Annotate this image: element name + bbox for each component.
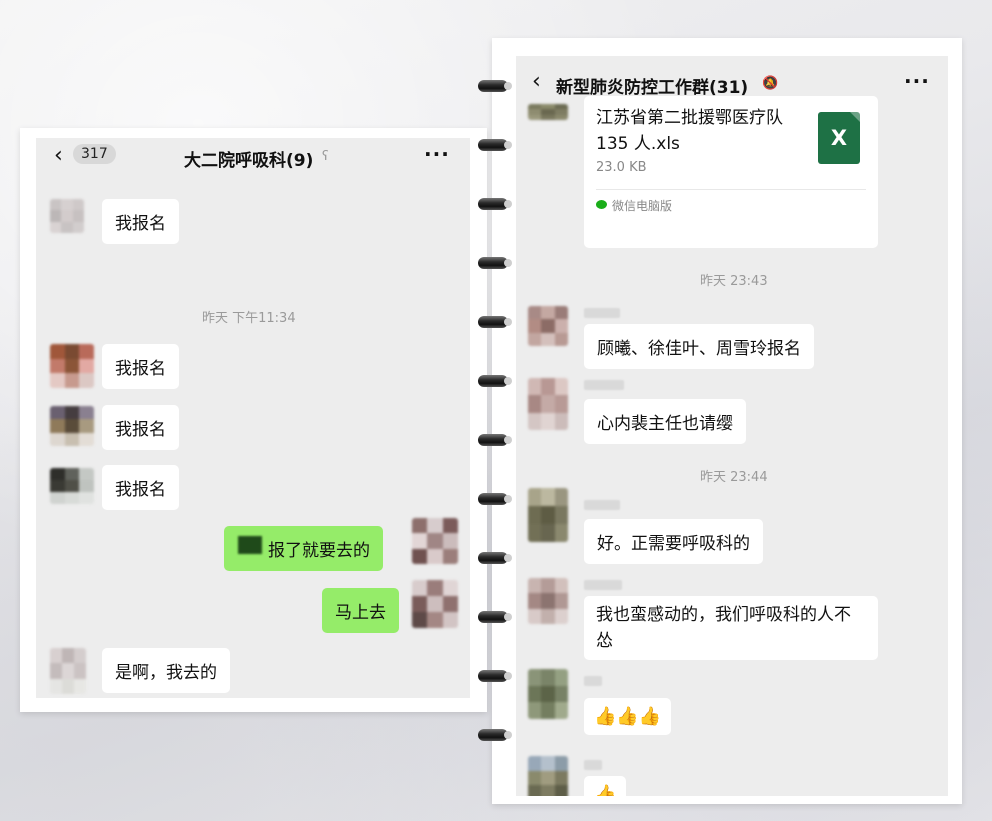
emoji-message-bubble[interactable]: 👍👍👍 (584, 698, 672, 735)
blurred-emoji (238, 536, 262, 554)
file-size: 23.0 KB (596, 160, 647, 175)
file-source-label: 微信电脑版 (612, 199, 673, 213)
message-bubble[interactable]: 我报名 (102, 199, 179, 244)
binding-ring (478, 80, 512, 92)
message-bubble[interactable]: 我也蛮感动的，我们呼吸科的人不 怂 (584, 596, 878, 660)
message-text-line1: 我也蛮感动的，我们呼吸科的人不 (596, 605, 851, 625)
binding-ring (478, 552, 512, 564)
avatar[interactable] (50, 468, 94, 504)
avatar[interactable] (50, 406, 94, 446)
divider (596, 189, 866, 190)
avatar[interactable] (50, 199, 84, 233)
avatar[interactable] (528, 306, 568, 346)
timestamp: 昨天 23:43 (700, 274, 768, 289)
ear-mute-icon: ʕ (322, 149, 329, 164)
right-chat-screen: ‹ 新型肺炎防控工作群(31) 🔕 ··· 江苏省第二批援鄂医疗队 135 人.… (516, 56, 948, 796)
binding-ring (478, 198, 512, 210)
sender-name (584, 676, 602, 686)
message-bubble[interactable]: 我报名 (102, 344, 179, 389)
avatar[interactable] (528, 378, 568, 430)
binding-ring (478, 729, 512, 741)
avatar[interactable] (50, 648, 86, 694)
message-bubble[interactable]: 好。正需要呼吸科的 (584, 519, 763, 564)
emoji-message-bubble[interactable]: 👍 (584, 776, 627, 796)
file-message-card[interactable]: 江苏省第二批援鄂医疗队 135 人.xls 23.0 KB X 微信电脑版 (584, 96, 878, 248)
left-nav-bar: ‹ 317 大二院呼吸科(9) ʕ ··· (36, 138, 470, 178)
my-message-bubble[interactable]: 马上去 (322, 588, 399, 633)
back-chevron-icon[interactable]: ‹ (54, 145, 63, 167)
sender-name (584, 380, 624, 390)
binding-ring (478, 493, 512, 505)
chat-title: 新型肺炎防控工作群(31) (556, 78, 749, 98)
bell-mute-icon: 🔕 (762, 76, 779, 91)
avatar[interactable] (528, 104, 568, 120)
sender-name (584, 580, 622, 590)
timestamp: 昨天 下午11:34 (202, 311, 296, 326)
avatar[interactable] (528, 756, 568, 796)
avatar[interactable] (528, 578, 568, 624)
message-bubble[interactable]: 我报名 (102, 405, 179, 450)
sender-name (584, 308, 620, 318)
my-avatar[interactable] (412, 580, 458, 628)
my-message-bubble[interactable]: 报了就要去的 (224, 526, 383, 571)
binding-ring (478, 316, 512, 328)
sender-name (584, 760, 602, 770)
left-screenshot-card: ‹ 317 大二院呼吸科(9) ʕ ··· 我报名 昨天 下午11:34 我报名… (20, 128, 487, 712)
message-bubble[interactable]: 我报名 (102, 465, 179, 510)
binding-ring (478, 375, 512, 387)
wechat-pc-icon (596, 200, 607, 209)
unread-badge[interactable]: 317 (73, 144, 116, 164)
message-bubble[interactable]: 顾曦、徐佳叶、周雪玲报名 (584, 324, 814, 369)
chat-title: 大二院呼吸科(9) (184, 151, 314, 171)
file-name-line1: 江苏省第二批援鄂医疗队 (596, 108, 783, 128)
left-chat-screen: ‹ 317 大二院呼吸科(9) ʕ ··· 我报名 昨天 下午11:34 我报名… (36, 138, 470, 698)
avatar[interactable] (528, 488, 568, 542)
right-screenshot-card: ‹ 新型肺炎防控工作群(31) 🔕 ··· 江苏省第二批援鄂医疗队 135 人.… (492, 38, 962, 804)
binding-ring (478, 257, 512, 269)
message-text-line2: 怂 (596, 631, 613, 651)
more-menu-icon[interactable]: ··· (904, 69, 930, 93)
avatar[interactable] (528, 669, 568, 719)
back-chevron-icon[interactable]: ‹ (532, 71, 541, 93)
more-menu-icon[interactable]: ··· (424, 142, 450, 166)
my-avatar[interactable] (412, 518, 458, 564)
sender-name (584, 500, 620, 510)
binding-ring (478, 139, 512, 151)
message-text: 报了就要去的 (268, 541, 370, 561)
message-bubble[interactable]: 心内裴主任也请缨 (584, 399, 746, 444)
file-name-line2: 135 人.xls (596, 134, 680, 154)
excel-file-icon: X (818, 112, 860, 164)
timestamp: 昨天 23:44 (700, 470, 768, 485)
avatar[interactable] (50, 344, 94, 388)
binding-ring (478, 434, 512, 446)
binding-ring (478, 670, 512, 682)
message-bubble[interactable]: 是啊，我去的 (102, 648, 230, 693)
binding-ring (478, 611, 512, 623)
